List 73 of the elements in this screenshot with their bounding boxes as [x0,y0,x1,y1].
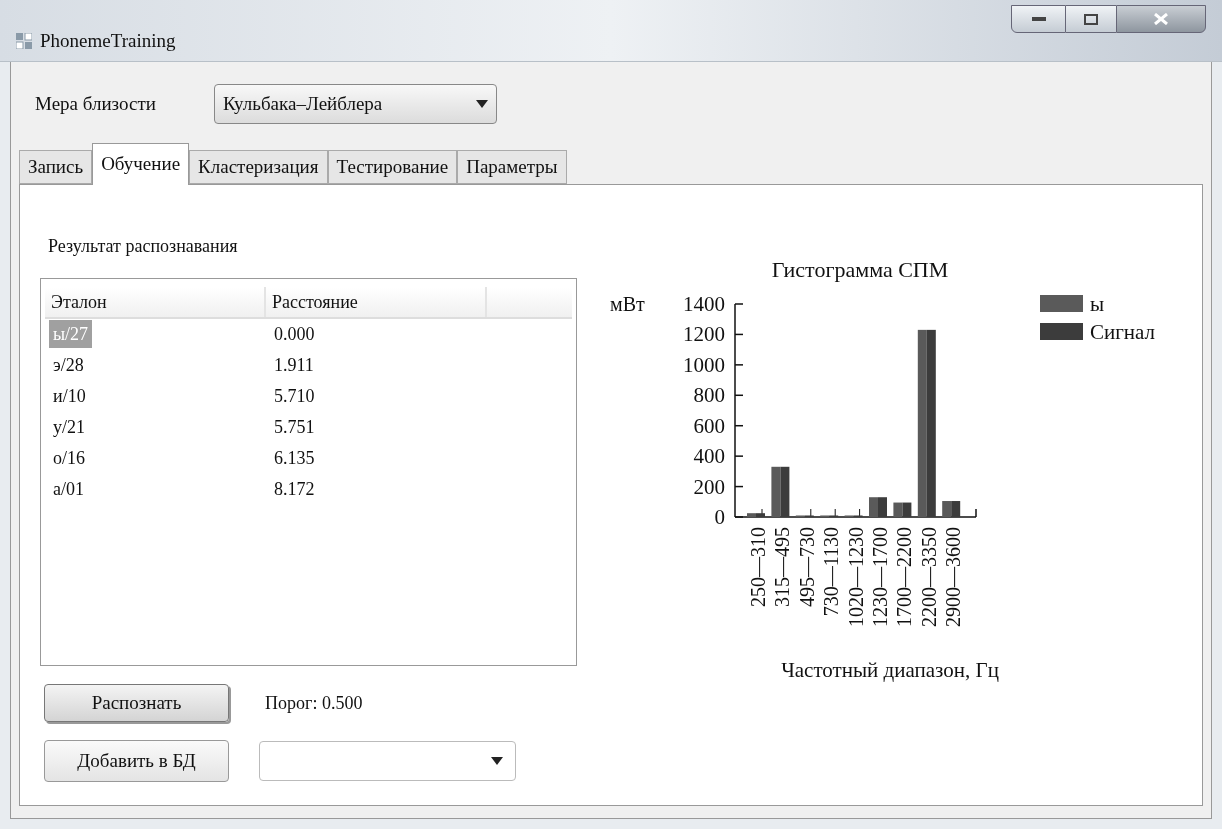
x-tick-label: 730—1130 [820,527,843,617]
similarity-dropdown[interactable]: Кульбака–Лейблера [213,84,497,124]
list-row[interactable]: а/01 8.172 [45,474,572,505]
tab[interactable]: Тестирование [327,150,458,184]
bar [780,466,790,517]
list-row[interactable]: э/28 1.911 [45,350,572,381]
tab[interactable]: Запись [19,150,93,184]
window-title: PhonemeTraining [40,29,176,53]
list-row[interactable]: у/21 5.751 [45,412,572,443]
legend-swatch [1040,323,1083,340]
legend-swatch [1040,295,1083,312]
y-tick-label: 200 [693,474,725,499]
x-tick-label: 2200—3350 [917,527,940,627]
x-tick-label: 250—310 [747,527,769,607]
bar [902,502,912,517]
table-cell-text: а/01 [52,479,85,499]
y-tick-label: 1400 [683,292,725,316]
dropdown-arrow-icon [475,100,488,108]
field-label: Мера близости [35,91,156,116]
close-icon [1154,13,1168,25]
add-to-db-button[interactable]: Добавить в БД [44,740,229,782]
x-tick-label: 2900—3600 [942,527,965,627]
y-tick-label: 600 [693,413,725,438]
x-tick-label: 495—730 [795,527,818,607]
table-cell-text: 8.172 [273,478,315,501]
table-cell: ы/27 [49,320,93,348]
tab[interactable]: Параметры [457,150,567,184]
table-cell-text: 0.000 [273,323,315,346]
table-cell-text: 5.751 [273,416,315,439]
maximize-icon [1084,13,1098,25]
x-tick-label: 315—495 [771,527,794,607]
bar [951,501,961,517]
table-cell-text: 5.710 [273,385,315,408]
legend-label: Сигнал [1090,320,1156,344]
bar [942,501,952,517]
table-cell-text: у/21 [52,417,86,437]
bar [869,497,878,517]
y-tick-label: 800 [693,383,725,408]
tab[interactable]: Обучение [92,143,190,185]
table-cell-text: о/16 [52,448,86,468]
x-tick-label: 1230—1700 [869,527,891,627]
minimize-button[interactable] [1011,5,1066,33]
table-cell-text: 6.135 [273,447,315,470]
recognize-button[interactable]: Распознать [44,684,229,722]
tab[interactable]: Кластеризация [189,150,328,184]
y-tick-label: 400 [693,444,725,469]
table-cell-text: и/10 [52,386,87,406]
chart-title: Гистограмма СПМ [771,257,949,282]
y-tick-label: 1200 [683,322,725,347]
list-row[interactable]: и/10 5.710 [45,381,572,412]
x-tick-label: 1700—2200 [893,527,916,627]
bar [878,497,887,517]
column-header[interactable]: Расстояние [266,287,487,317]
legend-label: ы [1090,292,1105,316]
bar [893,502,903,517]
y-axis-label: мВт [610,293,645,315]
close-button[interactable] [1116,5,1206,33]
y-tick-label: 0 [714,505,725,529]
column-header[interactable]: Эталон [45,287,266,317]
table-cell-text: э/28 [52,355,85,375]
x-axis-label: Частотный диапазон, Гц [781,658,999,682]
threshold-label: Порог: 0.500 [265,691,363,715]
y-tick-label: 1000 [683,352,725,377]
minimize-icon [1031,17,1046,21]
maximize-button[interactable] [1066,5,1116,33]
x-tick-label: 1020—1230 [844,527,867,627]
table-cell-text: 1.911 [273,354,314,377]
list-row[interactable]: о/16 6.135 [45,443,572,474]
dropdown-arrow-icon [491,757,503,765]
bar [771,466,781,517]
section-label: Результат распознавания [47,235,239,258]
list-row[interactable]: ы/27 0.000 [45,319,572,350]
app-icon [16,33,32,50]
